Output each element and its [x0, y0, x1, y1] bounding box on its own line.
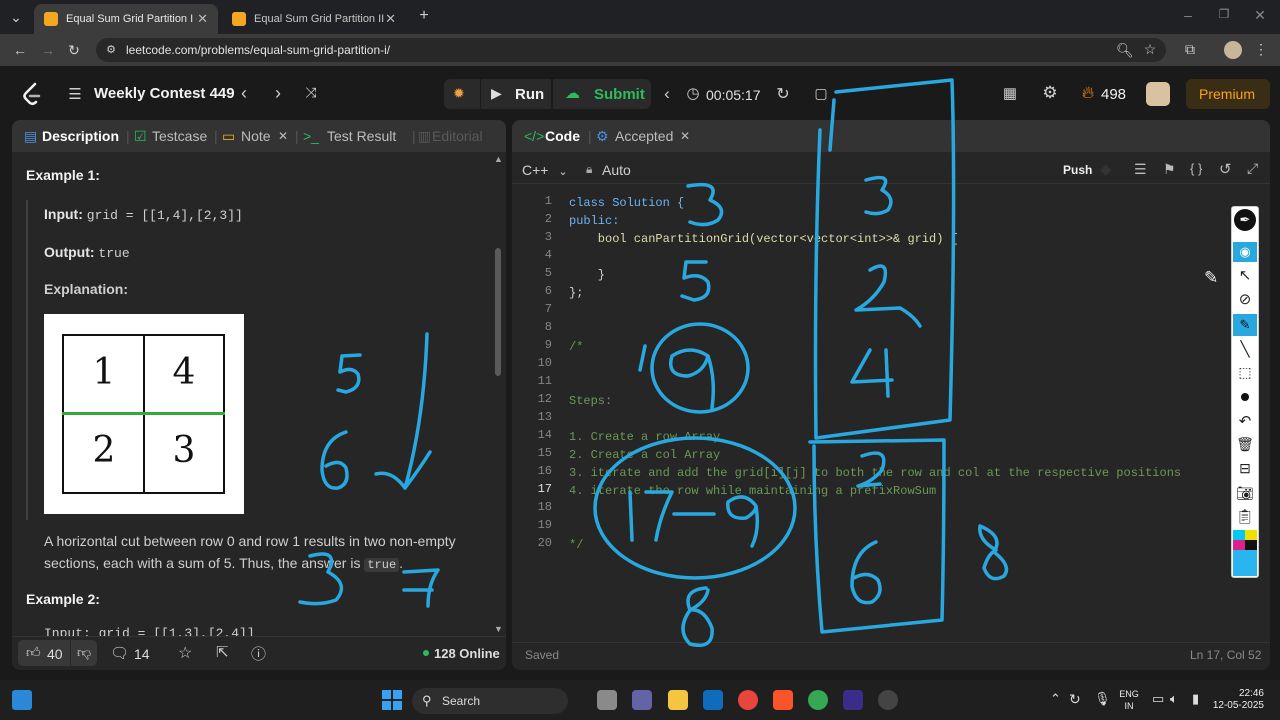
clock[interactable]: 22:46 12-05-2025 [1210, 688, 1264, 712]
obs-icon[interactable] [878, 690, 898, 710]
lang-line2: IN [1124, 701, 1134, 711]
clock-time: 22:46 [1238, 688, 1264, 699]
search-label: Search [442, 694, 481, 708]
widgets-icon[interactable] [12, 690, 32, 710]
network-icon[interactable]: ▭ [1152, 691, 1164, 707]
task-view-icon[interactable] [597, 690, 617, 710]
chrome-icon[interactable] [738, 690, 758, 710]
lang-line1: ENG [1119, 689, 1139, 699]
search-icon: ⚲ [422, 693, 432, 708]
chrome-profile-icon[interactable] [808, 690, 828, 710]
file-explorer-icon[interactable] [668, 690, 688, 710]
volume-icon[interactable]: 🔈︎ [1170, 691, 1178, 707]
visual-studio-icon[interactable] [843, 690, 863, 710]
clock-date: 12-05-2025 [1212, 700, 1264, 711]
sync-icon[interactable]: ↻ [1069, 691, 1081, 708]
outlook-icon[interactable] [703, 690, 723, 710]
taskbar-search[interactable]: ⚲ Search [412, 688, 568, 714]
mic-icon[interactable]: 🎙︎ [1094, 691, 1111, 707]
start-button-icon[interactable] [382, 690, 402, 710]
brave-icon[interactable] [773, 690, 793, 710]
tray-chevron-icon[interactable]: ⌃ [1050, 691, 1061, 707]
battery-icon[interactable]: ▮ [1192, 691, 1199, 707]
teams-icon[interactable] [632, 690, 652, 710]
handwritten-annotations [298, 78, 1009, 647]
language-indicator[interactable]: ENG IN [1116, 688, 1142, 712]
